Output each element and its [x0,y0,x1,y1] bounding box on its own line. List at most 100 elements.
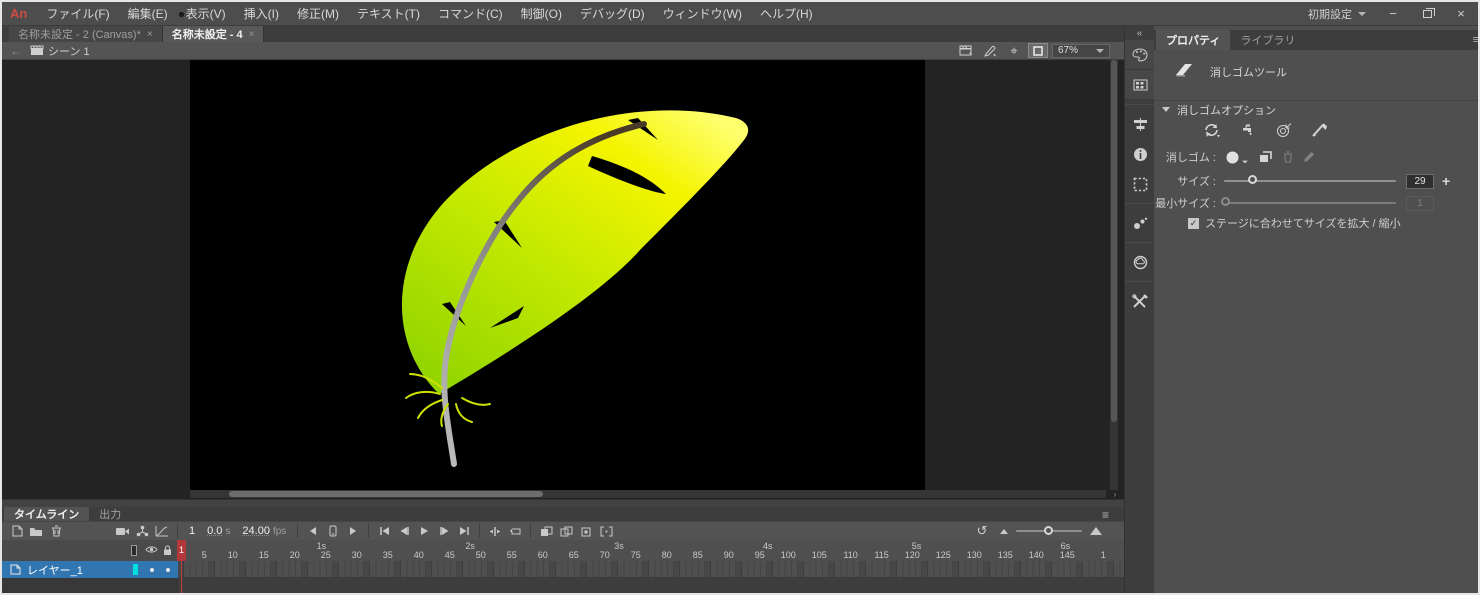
stage-pasteboard[interactable]: › [2,60,1124,499]
step-back-button[interactable] [394,523,414,540]
menu-item[interactable]: デバッグ(D) [571,5,654,22]
stage-zoom-select[interactable]: 67% [1052,43,1110,58]
dock-cc-button[interactable] [1125,247,1155,277]
eraser-shape-button[interactable] [1226,151,1249,164]
marker-back-button[interactable] [303,523,323,540]
elapsed-time-display[interactable]: 0.0 s [201,525,236,537]
erase-lines-button[interactable] [1308,120,1332,140]
size-value-field[interactable]: 29 [1406,173,1434,189]
object-eraser-button[interactable] [1259,151,1273,163]
layers-empty-area[interactable] [2,578,178,593]
size-slider-knob[interactable] [1248,175,1257,184]
stage-vscrollbar[interactable] [1110,60,1118,490]
ruler-scale[interactable]: 1s 2s 3s 4s 5s 6s 5 10 15 20 25 30 35 40 45 50 55 60 65 70 7… [2,540,1124,561]
back-button[interactable]: ← [2,44,30,58]
layer-lock-dot[interactable] [166,567,170,572]
menu-item[interactable]: 制御(O) [512,5,571,22]
layer-color-swatch[interactable] [133,564,138,575]
layer-visible-dot[interactable] [150,567,154,572]
timeline-zoom-in-icon[interactable] [1090,527,1102,535]
keyframe-dot[interactable] [179,12,184,17]
timeline-tab-1[interactable]: 出力 [89,507,131,521]
dock-swatches-button[interactable] [1125,70,1155,100]
scale-with-stage-checkbox[interactable]: ✓ [1188,217,1199,229]
step-forward-button[interactable] [434,523,454,540]
layer-row[interactable]: レイヤー_1 [2,561,1124,578]
timeline-zoom-out-icon[interactable] [1000,528,1008,534]
min-size-slider[interactable] [1221,197,1396,206]
auto-keyframe-button[interactable] [323,523,343,540]
delete-brush-button[interactable] [1283,151,1293,163]
edit-scene-button[interactable] [956,43,976,58]
properties-tab-1[interactable]: ライブラリ [1230,30,1305,50]
close-tab-icon[interactable]: × [249,29,255,40]
stage-vscrollbar-thumb[interactable] [1111,60,1117,422]
min-size-value-field[interactable]: 1 [1406,195,1434,211]
timeline-divider[interactable] [2,499,1124,507]
dock-snap-button[interactable] [1125,208,1155,238]
dock-color-button[interactable] [1125,40,1155,70]
add-brush-size-button[interactable]: + [1442,173,1450,189]
parent-view-button[interactable] [132,523,152,540]
menu-item[interactable]: 編集(E) [119,5,177,22]
size-slider[interactable] [1224,175,1396,184]
center-stage-button[interactable]: ⌖ [1004,43,1024,58]
edit-symbols-button[interactable] [980,43,1000,58]
goto-first-frame-button[interactable] [374,523,394,540]
clip-content-button[interactable] [1028,43,1048,58]
graph-editor-button[interactable] [152,523,172,540]
dock-tools-button[interactable] [1125,286,1155,316]
center-playhead-button[interactable] [485,523,505,540]
properties-panel-menu[interactable]: ≡ [1473,34,1478,46]
dock-align-button[interactable] [1125,109,1155,139]
eraser-mode-button[interactable] [1200,120,1224,140]
edit-brush-button[interactable] [1303,151,1315,163]
layer-name[interactable]: レイヤー_1 [27,562,83,578]
document-tab[interactable]: 名称未設定 - 2 (Canvas)* × [9,26,163,42]
dock-info-button[interactable] [1125,139,1155,169]
timeline-ruler[interactable]: 1s 2s 3s 4s 5s 6s 5 10 15 20 25 30 35 40 45 50 55 60 65 70 7… [2,540,1124,561]
min-size-slider-knob[interactable] [1221,197,1230,206]
menu-item[interactable]: ヘルプ(H) [751,5,822,22]
reset-timeline-zoom-button[interactable]: ↺ [972,523,992,540]
layer-frames-track[interactable] [178,561,1124,578]
workspace-switcher[interactable]: 初期設定 [1298,6,1376,22]
properties-tab-0[interactable]: プロパティ [1156,30,1231,50]
add-camera-button[interactable] [112,523,132,540]
erase-fills-button[interactable] [1272,120,1296,140]
faucet-button[interactable] [1236,120,1260,140]
playhead-line[interactable] [181,561,182,593]
goto-last-frame-button[interactable] [454,523,474,540]
play-button[interactable] [414,523,434,540]
restore-button[interactable] [1410,2,1444,26]
timeline-tab-0[interactable]: タイムライン [4,507,90,521]
close-tab-icon[interactable]: × [147,29,153,40]
menu-item[interactable]: コマンド(C) [429,5,512,22]
menu-item[interactable]: 修正(M) [288,5,348,22]
dock-transform-button[interactable] [1125,169,1155,199]
stage-hscrollbar-thumb[interactable] [229,491,543,497]
new-folder-button[interactable] [26,523,46,540]
modify-markers-button[interactable] [596,523,616,540]
timeline-empty-area[interactable] [2,578,1124,593]
loop-playback-button[interactable] [505,523,525,540]
menu-item[interactable]: ファイル(F) [37,5,118,22]
timeline-zoom-knob[interactable] [1044,526,1053,535]
expand-panels-button[interactable]: « [1125,26,1154,40]
onion-skin-outlines-button[interactable] [556,523,576,540]
stage-hscrollbar[interactable] [190,490,1106,498]
timeline-panel-menu[interactable]: ≡ [1102,508,1109,522]
layer-row-header[interactable]: レイヤー_1 [2,561,178,578]
eraser-options-section-header[interactable]: 消しゴムオプション [1154,100,1478,118]
menu-item[interactable]: ウィンドウ(W) [654,5,751,22]
delete-layer-button[interactable] [46,523,66,540]
menu-item[interactable]: 挿入(I) [235,5,288,22]
close-button[interactable]: × [1444,2,1478,26]
minimize-button[interactable]: − [1376,2,1410,26]
menu-item[interactable]: テキスト(T) [348,5,429,22]
menu-item[interactable]: 表示(V) [177,5,235,22]
stage-canvas[interactable] [190,60,925,492]
playhead-frame-number[interactable]: 1 [177,540,186,561]
new-layer-button[interactable] [6,523,26,540]
onion-skin-button[interactable] [536,523,556,540]
